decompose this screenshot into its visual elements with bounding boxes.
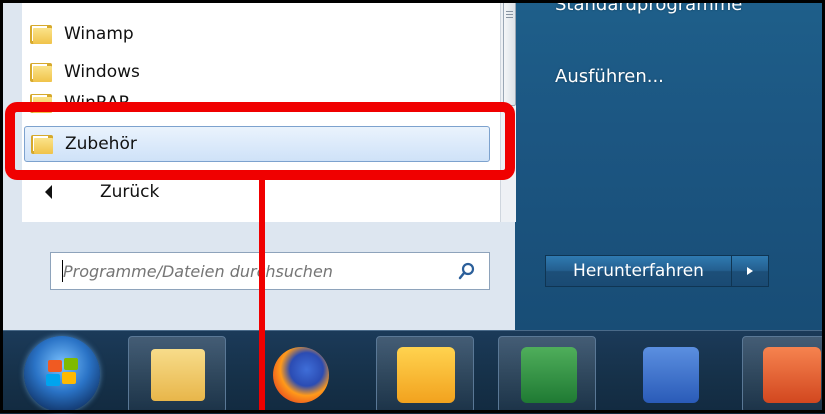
taskbar-excel[interactable] (498, 336, 596, 413)
program-label: Windows (64, 62, 140, 82)
back-button[interactable]: Zurück (45, 182, 159, 202)
search-icon[interactable] (457, 261, 477, 281)
back-arrow-icon (45, 185, 52, 199)
search-input[interactable] (51, 260, 457, 282)
back-label: Zurück (100, 182, 160, 202)
shutdown-options-button[interactable] (731, 255, 769, 287)
chevron-right-icon (747, 267, 753, 275)
shutdown-control: Herunterfahren (545, 255, 769, 287)
run-link[interactable]: Ausführen... (555, 66, 664, 87)
start-button[interactable] (24, 336, 100, 412)
folder-icon (30, 61, 52, 83)
word-icon (643, 347, 699, 403)
taskbar-powerpoint[interactable] (742, 336, 825, 413)
program-label: Winamp (64, 24, 134, 44)
default-programs-link[interactable]: Standardprogramme (555, 0, 742, 15)
taskbar-outlook[interactable] (376, 336, 474, 413)
highlight-pointer (259, 180, 265, 413)
outlook-icon (397, 347, 455, 403)
explorer-icon (151, 349, 205, 401)
taskbar-word[interactable] (620, 336, 718, 413)
shutdown-button[interactable]: Herunterfahren (545, 255, 731, 287)
powerpoint-icon (763, 347, 821, 403)
program-folder-winamp[interactable]: Winamp (30, 16, 490, 52)
text-caret (62, 260, 63, 282)
program-folder-windows[interactable]: Windows (30, 54, 490, 90)
scrollbar-thumb[interactable] (503, 0, 516, 106)
excel-icon (521, 347, 577, 403)
highlight-box (5, 102, 515, 180)
taskbar-explorer[interactable] (128, 336, 226, 413)
folder-icon (30, 23, 52, 45)
search-box[interactable] (50, 252, 490, 290)
firefox-icon (273, 347, 329, 403)
